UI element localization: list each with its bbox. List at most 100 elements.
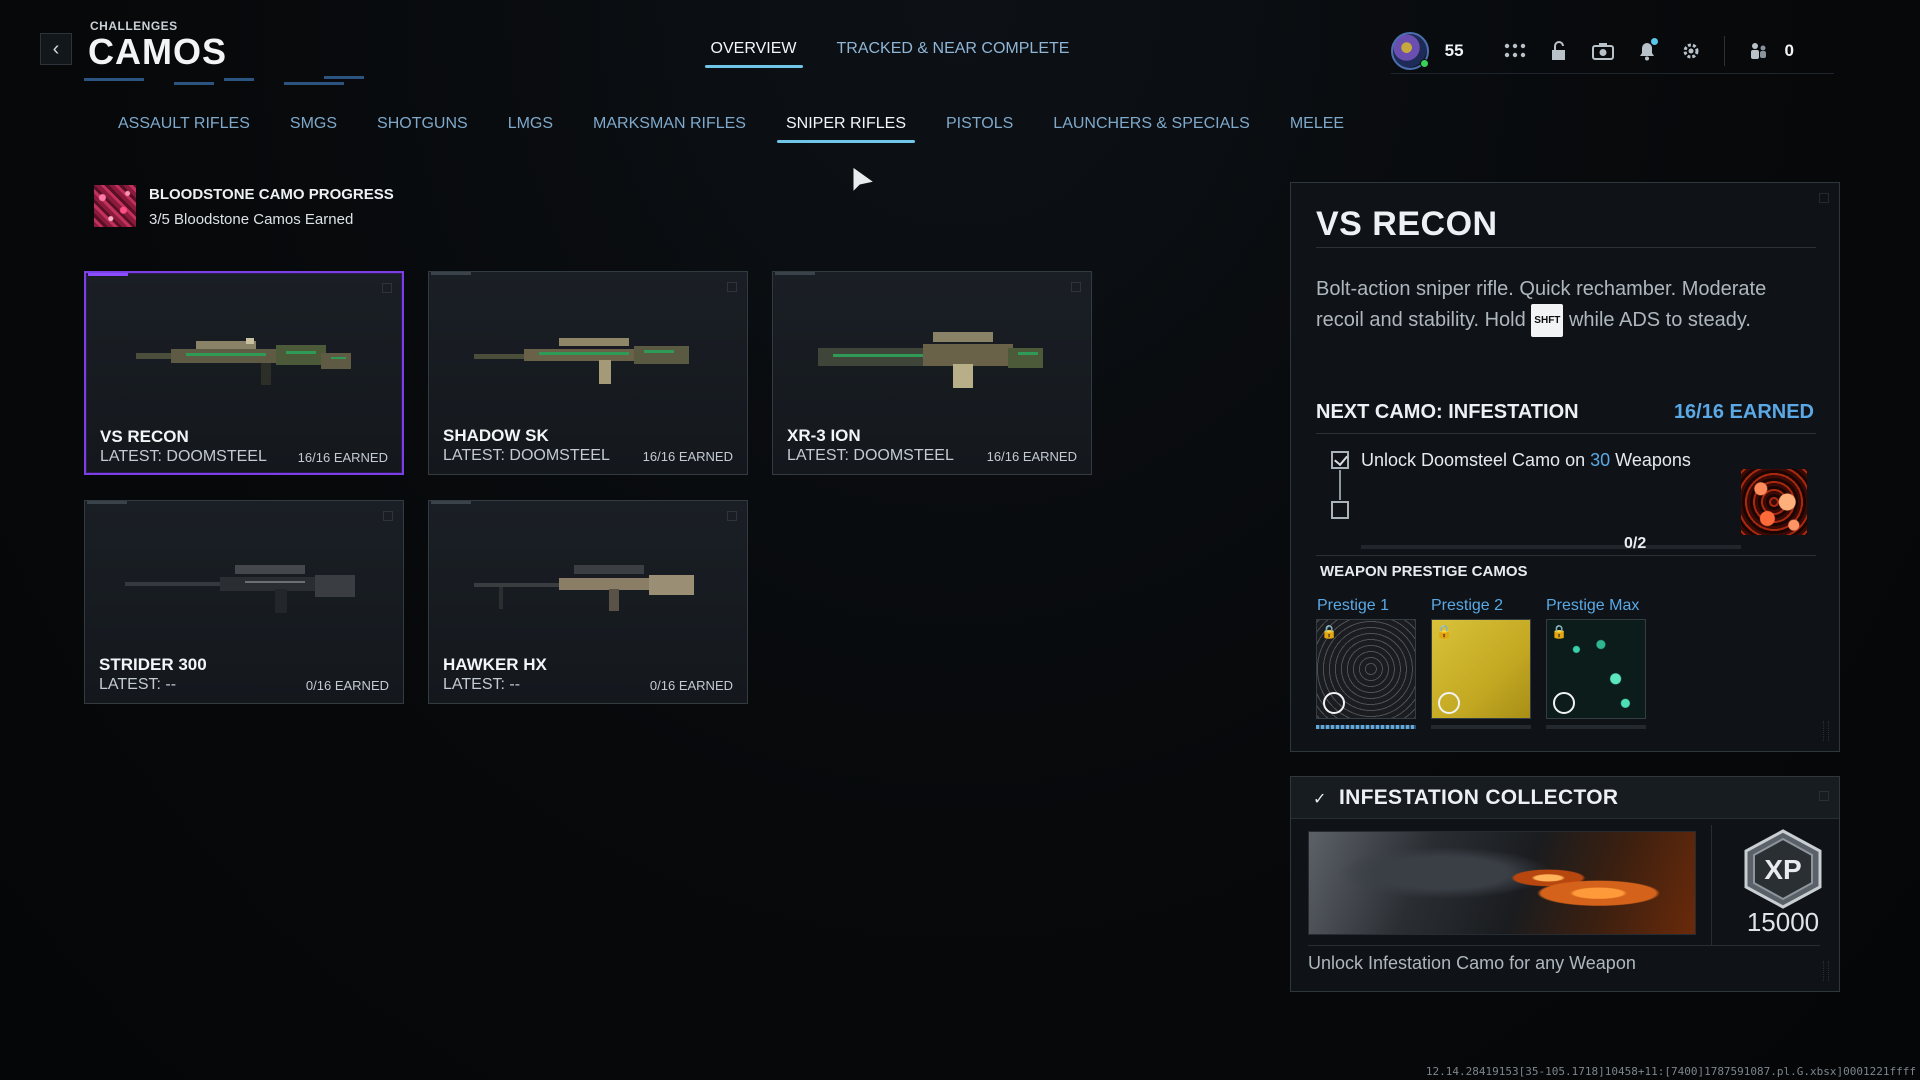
collector-title: INFESTATION COLLECTOR (1339, 786, 1619, 809)
prestige-1-progress-bar (1316, 725, 1416, 729)
weapon-card-xr3-ion[interactable]: XR-3 ION LATEST: DOOMSTEEL 16/16 EARNED (772, 271, 1092, 475)
tab-smgs[interactable]: SMGS (290, 115, 337, 143)
camo-task: Unlock Doomsteel Camo on 30 Weapons (1361, 450, 1691, 471)
description-text-end: while ADS to steady. (1568, 309, 1751, 331)
weapon-name: VS RECON (100, 427, 189, 446)
xp-badge-label: XP (1764, 854, 1801, 885)
tab-marksman-rifles[interactable]: MARKSMAN RIFLES (593, 115, 746, 143)
hud-bar: 55 0 (1390, 28, 1834, 74)
divider (1316, 247, 1816, 248)
player-rank-icon[interactable] (1390, 31, 1429, 70)
bloodstone-camo-icon (94, 185, 136, 227)
divider (1711, 825, 1712, 945)
task-suffix: Weapons (1615, 450, 1691, 470)
weapon-card-strider-300[interactable]: STRIDER 300 LATEST: -- 0/16 EARNED (84, 500, 404, 704)
card-progress-strip (88, 273, 128, 276)
weapon-name: SHADOW SK (443, 426, 549, 445)
task-checkbox-empty (1331, 501, 1349, 519)
checkmark-icon: ✓ (1313, 791, 1327, 808)
tab-lmgs[interactable]: LMGS (508, 115, 553, 143)
prestige-max-label: Prestige Max (1546, 597, 1640, 614)
prestige-1-camo-tile[interactable]: 🔒 (1316, 619, 1416, 719)
card-corner-icon (383, 511, 393, 521)
tab-overview[interactable]: OVERVIEW (704, 40, 803, 68)
weapon-latest-camo: LATEST: -- (99, 676, 177, 693)
weapon-card-hawker-hx[interactable]: HAWKER HX LATEST: -- 0/16 EARNED (428, 500, 748, 704)
title-glitch-decoration (84, 76, 384, 88)
notification-dot-icon (1650, 37, 1658, 45)
weapon-latest-camo: LATEST: -- (443, 676, 521, 693)
weapon-card-shadow-sk[interactable]: SHADOW SK LATEST: DOOMSTEEL 16/16 EARNED (428, 271, 748, 475)
tab-tracked-near-complete[interactable]: TRACKED & NEAR COMPLETE (837, 40, 1070, 68)
prestige-camos-header: WEAPON PRESTIGE CAMOS (1320, 563, 1528, 580)
task-checkbox-checked (1331, 451, 1349, 469)
divider (1308, 945, 1820, 946)
weapon-name: XR-3 ION (787, 426, 861, 445)
weapon-earned: 16/16 EARNED (986, 449, 1077, 464)
weapon-image (474, 565, 694, 611)
divider (1316, 555, 1816, 556)
panel-grip-icon (1823, 721, 1829, 741)
online-status-icon (1419, 58, 1429, 68)
prestige-2-progress-bar (1431, 725, 1531, 729)
xp-reward-value: 15000 (1746, 907, 1820, 937)
card-progress-strip (775, 272, 815, 275)
weapon-category-tabs: ASSAULT RIFLES SMGS SHOTGUNS LMGS MARKSM… (118, 115, 1344, 143)
prestige-max-camo-tile[interactable]: 🔒 (1546, 619, 1646, 719)
weapon-name: HAWKER HX (443, 655, 547, 674)
weapon-image (136, 338, 351, 385)
card-progress-strip (87, 501, 127, 504)
prestige-badge-icon (1553, 692, 1575, 714)
xp-badge-icon: XP (1744, 829, 1822, 909)
weapon-image (474, 338, 689, 384)
next-camo-earned: 16/16 EARNED (1673, 401, 1814, 423)
weapon-latest-camo: LATEST: DOOMSTEEL (100, 448, 267, 465)
keyboard-key-shift-icon: SHFT (1531, 304, 1564, 337)
lock-icon: 🔒 (1436, 624, 1453, 639)
tab-assault-rifles[interactable]: ASSAULT RIFLES (118, 115, 250, 143)
build-version-string: 12.14.28419153[35-105.1718]10458+11:[740… (1425, 1065, 1916, 1078)
prestige-badge-icon (1323, 692, 1345, 714)
panel-grip-icon (1823, 961, 1829, 981)
bloodstone-progress-subtitle: 3/5 Bloodstone Camos Earned (149, 211, 354, 228)
prestige-badge-icon (1438, 692, 1460, 714)
tab-melee[interactable]: MELEE (1290, 115, 1344, 143)
lock-icon[interactable] (1542, 36, 1576, 66)
bell-icon[interactable] (1630, 36, 1664, 66)
weapon-description: Bolt-action sniper rifle. Quick rechambe… (1316, 275, 1786, 337)
next-camo-title: NEXT CAMO: INFESTATION (1316, 401, 1579, 423)
weapon-card-vs-recon[interactable]: VS RECON LATEST: DOOMSTEEL 16/16 EARNED (84, 271, 404, 475)
party-icon[interactable] (1741, 36, 1775, 66)
collector-challenge-panel: ✓ INFESTATION COLLECTOR XP 15000 Unlock … (1290, 776, 1840, 992)
prestige-2-label: Prestige 2 (1431, 597, 1504, 614)
task-prefix: Unlock Doomsteel Camo on (1361, 450, 1586, 470)
detail-weapon-title: VS RECON (1316, 205, 1498, 243)
prestige-max-progress-bar (1546, 725, 1646, 729)
gear-icon[interactable] (1674, 36, 1708, 66)
camera-icon[interactable] (1586, 36, 1620, 66)
bloodstone-progress-title: BLOODSTONE CAMO PROGRESS (149, 186, 394, 203)
panel-corner-icon (1819, 791, 1829, 801)
panel-corner-icon (1819, 193, 1829, 203)
tab-pistols[interactable]: PISTOLS (946, 115, 1013, 143)
party-count: 0 (1784, 40, 1794, 60)
task-count: 30 (1590, 450, 1611, 470)
prestige-1-label: Prestige 1 (1317, 597, 1390, 614)
weapon-detail-panel: VS RECON Bolt-action sniper rifle. Quick… (1290, 182, 1840, 752)
infestation-camo-thumbnail[interactable] (1741, 469, 1807, 535)
grid-icon[interactable] (1498, 36, 1532, 66)
tab-sniper-rifles[interactable]: SNIPER RIFLES (776, 115, 916, 143)
prestige-2-camo-tile[interactable]: 🔒 (1431, 619, 1531, 719)
card-progress-strip (431, 501, 471, 504)
task-connector (1339, 470, 1341, 500)
card-corner-icon (382, 283, 392, 293)
lock-icon: 🔒 (1321, 624, 1338, 639)
card-corner-icon (1071, 282, 1081, 292)
task-progress-value: 0/2 (1624, 535, 1647, 552)
infestation-reward-art (1308, 831, 1696, 935)
tab-shotguns[interactable]: SHOTGUNS (377, 115, 468, 143)
weapon-latest-camo: LATEST: DOOMSTEEL (443, 447, 610, 464)
weapon-image (818, 332, 1043, 388)
weapon-earned: 0/16 EARNED (305, 678, 389, 693)
tab-launchers-specials[interactable]: LAUNCHERS & SPECIALS (1053, 115, 1250, 143)
